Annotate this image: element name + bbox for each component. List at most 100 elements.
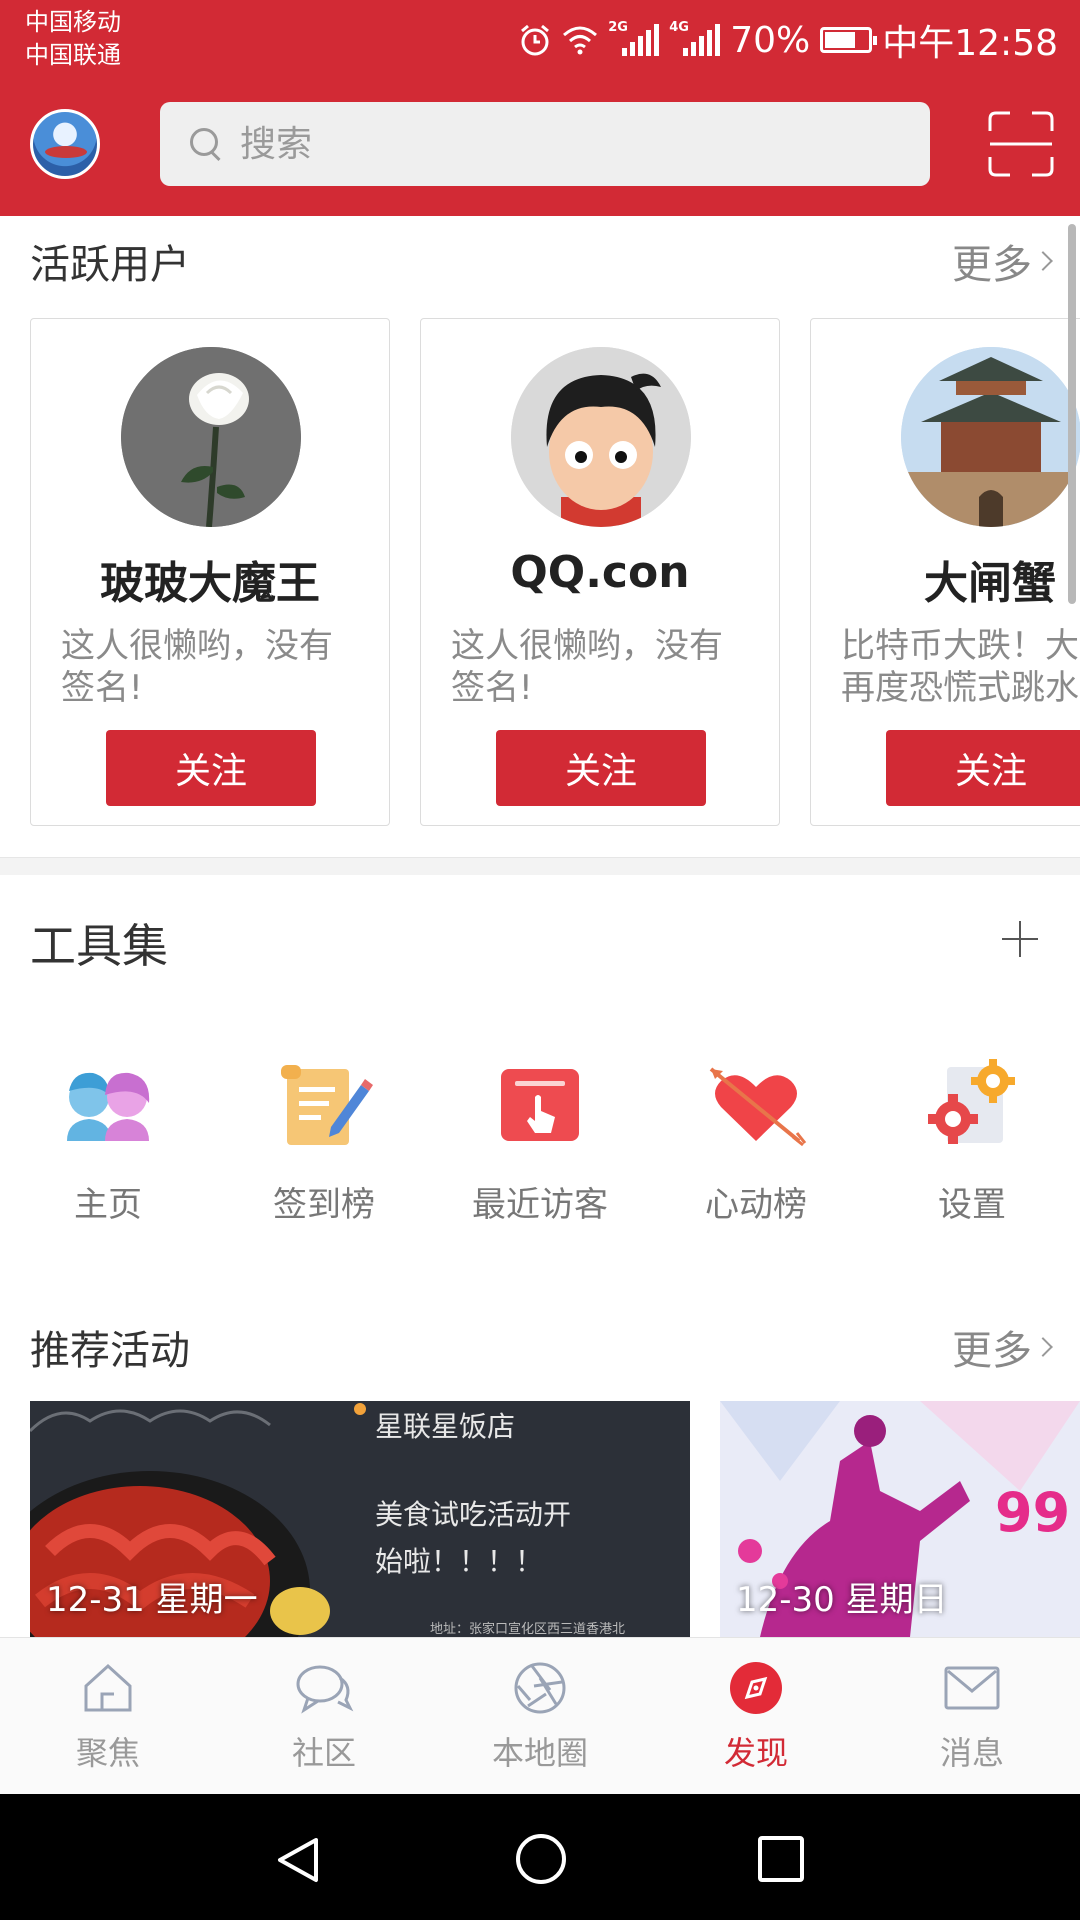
home-circle-icon[interactable] bbox=[514, 1832, 568, 1886]
carrier-1: 中国移动 bbox=[25, 8, 121, 36]
user-signature: 比特币大跌！大 再度恐慌式跳水 bbox=[841, 625, 1080, 709]
active-users-header: 活跃用户 更多 bbox=[30, 232, 1053, 290]
follow-button[interactable]: 关注 bbox=[106, 730, 316, 806]
signal-2g-icon: 2G bbox=[608, 20, 660, 56]
wifi-icon bbox=[563, 26, 598, 55]
recent-visitors-icon bbox=[501, 1069, 579, 1141]
carriers: 中国移动 中国联通 bbox=[25, 6, 121, 72]
tool-label: 主页 bbox=[74, 1185, 142, 1225]
net-1-label: 2G bbox=[608, 20, 628, 35]
my-avatar[interactable] bbox=[30, 109, 100, 179]
chevron-right-icon bbox=[1033, 1337, 1053, 1357]
poster-badge: 99 bbox=[995, 1481, 1070, 1544]
search-input[interactable] bbox=[240, 123, 890, 165]
search-icon bbox=[186, 124, 226, 164]
signal-4g-icon: 4G bbox=[669, 20, 721, 56]
status-bar: 中国移动 中国联通 2G 4G 70% 中午12:58 bbox=[0, 0, 1080, 82]
nav-label: 社区 bbox=[291, 1734, 356, 1772]
tool-homepage[interactable]: 主页 bbox=[0, 1055, 216, 1235]
battery-icon bbox=[820, 27, 878, 53]
poster-line: 美食试吃活动开 bbox=[375, 1498, 571, 1531]
checkin-ranking-icon bbox=[281, 1065, 373, 1145]
homepage-icon bbox=[67, 1072, 150, 1141]
status-icons: 2G 4G 70% 中午12:58 bbox=[518, 14, 1058, 66]
user-avatar[interactable] bbox=[121, 347, 301, 527]
tool-settings[interactable]: 设置 bbox=[864, 1055, 1080, 1235]
activity-card[interactable]: 99 12-30 星期日 bbox=[720, 1401, 1080, 1637]
scrollbar[interactable] bbox=[1068, 224, 1076, 604]
activities-header: 推荐活动 更多 bbox=[30, 1318, 1053, 1376]
aperture-icon bbox=[514, 1662, 566, 1714]
more-label: 更多 bbox=[952, 242, 1032, 288]
nav-messages[interactable]: 消息 bbox=[864, 1660, 1080, 1774]
back-icon[interactable] bbox=[272, 1834, 324, 1886]
home-icon bbox=[84, 1663, 132, 1712]
signature-line: 再度恐慌式跳水 bbox=[841, 668, 1079, 708]
tools-header: 工具集 bbox=[30, 910, 1050, 976]
tool-label: 设置 bbox=[938, 1185, 1006, 1225]
tool-label: 签到榜 bbox=[273, 1185, 375, 1225]
chat-icon bbox=[296, 1665, 354, 1714]
nav-focus[interactable]: 聚焦 bbox=[0, 1660, 216, 1774]
bottom-nav: 聚焦 社区 本地圈 发现 消息 bbox=[0, 1637, 1080, 1794]
scan-icon[interactable] bbox=[988, 111, 1054, 177]
active-users-title: 活跃用户 bbox=[30, 242, 190, 288]
follow-button[interactable]: 关注 bbox=[886, 730, 1080, 806]
tool-recent-visitors[interactable]: 最近访客 bbox=[432, 1055, 648, 1235]
nav-label: 聚焦 bbox=[75, 1734, 140, 1772]
active-users-more-link[interactable]: 更多 bbox=[952, 232, 1053, 290]
poster-title: 星联星饭店 bbox=[375, 1410, 515, 1443]
signature-line: 比特币大跌！大 bbox=[841, 626, 1079, 666]
carrier-2: 中国联通 bbox=[25, 41, 121, 69]
clock: 中午12:58 bbox=[882, 23, 1058, 64]
user-name: 大闸蟹 bbox=[924, 558, 1056, 609]
activity-date: 12-30 星期日 bbox=[736, 1580, 948, 1620]
battery-fill bbox=[825, 32, 855, 48]
heart-ranking-icon bbox=[709, 1067, 807, 1147]
tool-label: 最近访客 bbox=[472, 1185, 608, 1225]
section-divider bbox=[0, 857, 1080, 875]
activities-more-link[interactable]: 更多 bbox=[952, 1318, 1053, 1376]
nav-community[interactable]: 社区 bbox=[216, 1660, 432, 1774]
nav-local-circle[interactable]: 本地圈 bbox=[432, 1660, 648, 1774]
system-nav-bar bbox=[0, 1794, 1080, 1920]
tool-label: 心动榜 bbox=[705, 1185, 807, 1225]
user-signature: 这人很懒哟，没有 签名! bbox=[61, 625, 361, 709]
nav-label: 发现 bbox=[723, 1734, 788, 1772]
user-avatar[interactable] bbox=[511, 347, 691, 527]
alarm-icon bbox=[521, 24, 550, 56]
user-card[interactable]: 大闸蟹 比特币大跌！大 再度恐慌式跳水 关注 bbox=[810, 318, 1080, 826]
chevron-right-icon bbox=[1033, 251, 1053, 271]
poster-line: 始啦！！！！ bbox=[375, 1545, 543, 1578]
signature-line: 这人很懒哟，没有 bbox=[451, 626, 723, 666]
tool-heart-ranking[interactable]: 心动榜 bbox=[648, 1055, 864, 1235]
more-label: 更多 bbox=[952, 1328, 1032, 1374]
signature-line: 签名! bbox=[61, 668, 143, 708]
activities-title: 推荐活动 bbox=[30, 1328, 190, 1374]
follow-button[interactable]: 关注 bbox=[496, 730, 706, 806]
user-signature: 这人很懒哟，没有 签名! bbox=[451, 625, 751, 709]
search-box[interactable] bbox=[160, 102, 930, 186]
settings-icon bbox=[928, 1059, 1015, 1144]
signature-line: 这人很懒哟，没有 bbox=[61, 626, 333, 666]
user-card[interactable]: 玻玻大魔王 这人很懒哟，没有 签名! 关注 bbox=[30, 318, 390, 826]
app-root: 中国移动 中国联通 2G 4G 70% 中午12:58 搜索 活跃用户 更多 玻… bbox=[0, 0, 1080, 1920]
user-name: 玻玻大魔王 bbox=[100, 558, 320, 609]
net-2-label: 4G bbox=[669, 20, 689, 35]
header-bar bbox=[0, 82, 1080, 216]
tool-checkin-ranking[interactable]: 签到榜 bbox=[216, 1055, 432, 1235]
mail-icon bbox=[944, 1666, 1000, 1710]
activity-card[interactable]: 星联星饭店 美食试吃活动开 始啦！！！！ 地址：张家口宣化区西三道香港北 12-… bbox=[30, 1401, 690, 1637]
poster-footer: 地址：张家口宣化区西三道香港北 bbox=[430, 1621, 625, 1637]
user-card[interactable]: QQ.con 这人很懒哟，没有 签名! 关注 bbox=[420, 318, 780, 826]
user-avatar[interactable] bbox=[901, 347, 1080, 527]
nav-discover[interactable]: 发现 bbox=[648, 1660, 864, 1774]
tools-title: 工具集 bbox=[30, 919, 168, 973]
signature-line: 签名! bbox=[451, 668, 533, 708]
nav-label: 消息 bbox=[939, 1734, 1004, 1772]
compass-icon bbox=[730, 1662, 782, 1714]
user-name: QQ.con bbox=[510, 547, 690, 598]
nav-label: 本地圈 bbox=[491, 1734, 588, 1772]
add-tool-icon[interactable] bbox=[1002, 921, 1038, 957]
recents-square-icon[interactable] bbox=[756, 1834, 806, 1884]
